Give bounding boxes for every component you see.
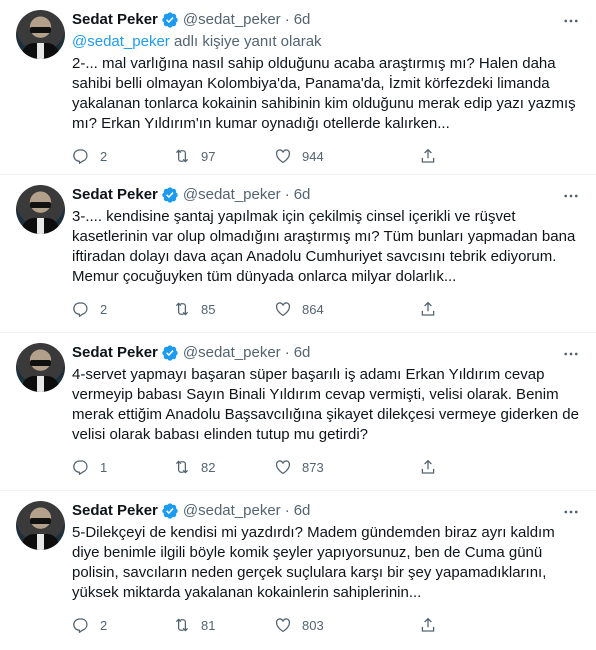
verified-badge-icon <box>162 187 178 203</box>
share-icon <box>421 301 435 316</box>
like-count: 944 <box>302 148 324 164</box>
tweet-text: 2-... mal varlığına nasıl sahip olduğunu… <box>72 55 576 132</box>
retweet-icon <box>175 302 189 316</box>
separator-dot: · <box>284 11 290 28</box>
share-button[interactable] <box>419 616 479 634</box>
tweet-text: 5-Dilekçeyi de kendisi mi yazdırdı? Made… <box>72 524 555 601</box>
reply-icon <box>73 149 88 165</box>
tweet-actions: 2 85 864 <box>72 293 497 325</box>
retweet-count: 82 <box>201 459 216 475</box>
tweet[interactable]: Sedat Peker @sedat_peker · 6d 4-servet y… <box>0 333 596 491</box>
retweet-button[interactable]: 85 <box>173 300 274 318</box>
retweet-icon <box>175 460 189 474</box>
share-button[interactable] <box>419 300 479 318</box>
reply-icon <box>73 460 88 476</box>
reply-mention-link[interactable]: @sedat_peker <box>72 33 170 50</box>
separator-dot: · <box>284 502 290 519</box>
heart-icon <box>275 460 291 475</box>
separator-dot: · <box>284 186 290 203</box>
tweet[interactable]: Sedat Peker @sedat_peker · 6d 5-Dilekçey… <box>0 491 596 650</box>
heart-icon <box>275 618 291 633</box>
timestamp[interactable]: 6d <box>294 185 311 205</box>
retweet-button[interactable]: 81 <box>173 616 274 634</box>
share-icon <box>421 617 435 632</box>
more-options-icon[interactable] <box>562 503 580 521</box>
reply-button[interactable]: 2 <box>72 300 173 318</box>
share-button[interactable] <box>419 458 479 476</box>
separator-dot: · <box>284 344 290 361</box>
reply-count: 2 <box>100 301 108 317</box>
retweet-button[interactable]: 97 <box>173 147 274 165</box>
retweet-count: 97 <box>201 148 216 164</box>
like-count: 864 <box>302 301 324 317</box>
display-name[interactable]: Sedat Peker <box>72 185 158 205</box>
reply-icon <box>73 302 88 318</box>
tweet-header: Sedat Peker @sedat_peker · 6d <box>72 501 580 521</box>
tweet-thread: Sedat Peker @sedat_peker · 6d @sedat_pek… <box>0 0 596 650</box>
retweet-count: 81 <box>201 617 216 633</box>
handle[interactable]: @sedat_peker <box>183 343 281 363</box>
reply-icon <box>73 618 88 634</box>
retweet-icon <box>175 618 189 632</box>
tweet-header: Sedat Peker @sedat_peker · 6d <box>72 185 580 205</box>
verified-badge-icon <box>162 12 178 28</box>
share-icon <box>421 459 435 474</box>
retweet-button[interactable]: 82 <box>173 458 274 476</box>
tweet-header: Sedat Peker @sedat_peker · 6d <box>72 10 580 30</box>
retweet-count: 85 <box>201 301 216 317</box>
more-options-icon[interactable] <box>562 12 580 30</box>
reply-context-label: adlı kişiye yanıt olarak <box>169 33 322 50</box>
reply-count: 1 <box>100 459 108 475</box>
heart-icon <box>275 302 291 317</box>
like-button[interactable]: 803 <box>274 616 419 634</box>
more-options-icon[interactable] <box>562 187 580 205</box>
retweet-icon <box>175 149 189 163</box>
verified-badge-icon <box>162 345 178 361</box>
like-count: 873 <box>302 459 324 475</box>
avatar[interactable] <box>16 10 65 59</box>
display-name[interactable]: Sedat Peker <box>72 343 158 363</box>
tweet-text: 4-servet yapmayı başaran süper başarılı … <box>72 366 579 443</box>
reply-count: 2 <box>100 617 108 633</box>
tweet-actions: 2 81 803 <box>72 609 497 641</box>
display-name[interactable]: Sedat Peker <box>72 10 158 30</box>
avatar[interactable] <box>16 343 65 392</box>
share-button[interactable] <box>419 147 479 165</box>
verified-badge-icon <box>162 503 178 519</box>
tweet-header: Sedat Peker @sedat_peker · 6d <box>72 343 580 363</box>
display-name[interactable]: Sedat Peker <box>72 501 158 521</box>
tweet-text: 3-.... kendisine şantaj yapılmak için çe… <box>72 208 576 285</box>
tweet[interactable]: Sedat Peker @sedat_peker · 6d @sedat_pek… <box>0 0 596 175</box>
handle[interactable]: @sedat_peker <box>183 501 281 521</box>
heart-icon <box>275 149 291 164</box>
handle[interactable]: @sedat_peker <box>183 185 281 205</box>
tweet-actions: 2 97 944 <box>72 140 497 172</box>
avatar[interactable] <box>16 501 65 550</box>
reply-count: 2 <box>100 148 108 164</box>
more-options-icon[interactable] <box>562 345 580 363</box>
like-button[interactable]: 944 <box>274 147 419 165</box>
timestamp[interactable]: 6d <box>294 10 311 30</box>
reply-button[interactable]: 1 <box>72 458 173 476</box>
handle[interactable]: @sedat_peker <box>183 10 281 30</box>
like-button[interactable]: 873 <box>274 458 419 476</box>
tweet[interactable]: Sedat Peker @sedat_peker · 6d 3-.... ken… <box>0 175 596 333</box>
like-button[interactable]: 864 <box>274 300 419 318</box>
reply-button[interactable]: 2 <box>72 616 173 634</box>
tweet-actions: 1 82 873 <box>72 451 497 483</box>
reply-context: @sedat_peker adlı kişiye yanıt olarak <box>72 32 580 52</box>
timestamp[interactable]: 6d <box>294 501 311 521</box>
reply-button[interactable]: 2 <box>72 147 173 165</box>
timestamp[interactable]: 6d <box>294 343 311 363</box>
avatar[interactable] <box>16 185 65 234</box>
share-icon <box>421 148 435 163</box>
like-count: 803 <box>302 617 324 633</box>
